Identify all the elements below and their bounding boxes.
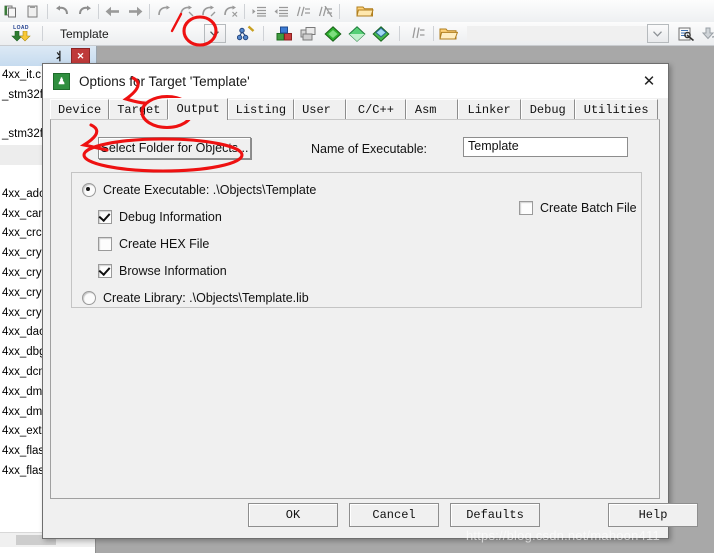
options-for-target-dialog: ♟ Options for Target 'Template' ✕ Device… (42, 63, 698, 539)
close-icon[interactable]: ✕ (71, 47, 90, 65)
project-combo-dropdown-button[interactable] (646, 24, 669, 43)
tab-listing[interactable]: Listing (227, 99, 295, 120)
create-batch-file-label: Create Batch File (540, 201, 637, 215)
close-icon[interactable]: ✕ (638, 71, 660, 91)
uncomment-icon[interactable] (315, 2, 335, 21)
target-options-icon[interactable] (235, 24, 257, 43)
download-icon[interactable] (370, 24, 392, 43)
tab-utilities[interactable]: Utilities (574, 99, 658, 120)
debug-information-label: Debug Information (119, 210, 222, 224)
rebuild-icon[interactable] (298, 24, 320, 43)
cancel-button[interactable]: Cancel (349, 503, 439, 527)
bookmark-prev-icon[interactable] (198, 2, 218, 21)
dialog-titlebar: ♟ Options for Target 'Template' ✕ (43, 64, 668, 98)
toolbar-row-build: LOAD Template (0, 22, 714, 46)
select-folder-for-objects-button[interactable]: Select Folder for Objects... (98, 137, 251, 159)
tab-output[interactable]: Output (168, 98, 228, 120)
download-to-flash-icon[interactable] (699, 24, 714, 43)
create-hex-file-label: Create HEX File (119, 237, 210, 251)
toolbar-separator (432, 26, 434, 41)
create-batch-file-option[interactable]: Create Batch File (519, 201, 637, 215)
tab-debug[interactable]: Debug (520, 99, 575, 120)
toolbar-separator (149, 3, 150, 19)
bookmark-icon[interactable] (154, 2, 174, 21)
browse-information-label: Browse Information (119, 264, 227, 278)
toolbar-separator (42, 26, 43, 41)
create-library-radio[interactable] (82, 291, 96, 305)
create-executable-option[interactable]: Create Executable: .\Objects\Template (82, 183, 316, 197)
chevron-down-icon (210, 30, 220, 37)
output-tab-page: Select Folder for Objects... Name of Exe… (50, 119, 660, 499)
build-icon[interactable] (274, 24, 296, 43)
project-combo-field[interactable] (466, 26, 647, 41)
tab-linker[interactable]: Linker (457, 99, 521, 120)
create-hex-file-option[interactable]: Create HEX File (98, 237, 209, 251)
forward-icon[interactable] (125, 2, 145, 21)
dialog-tabstrip: Device Target Output Listing User C/C++ … (43, 98, 668, 120)
bookmark-next-icon[interactable] (176, 2, 196, 21)
paste-icon[interactable] (23, 2, 43, 21)
keil-uvision-icon: ♟ (53, 72, 70, 90)
copy-icon[interactable] (1, 2, 21, 21)
tab-c-cpp[interactable]: C/C++ (345, 99, 406, 120)
debug-information-option[interactable]: Debug Information (98, 210, 222, 224)
watermark-text: https://blog.csdn.net/mahoon411 (466, 528, 660, 543)
tab-device[interactable]: Device (50, 99, 110, 120)
help-button[interactable]: Help (608, 503, 698, 527)
tab-user[interactable]: User (294, 99, 346, 120)
debug-information-checkbox[interactable] (98, 210, 112, 224)
open-project-icon[interactable] (438, 24, 460, 43)
bookmark-clear-icon[interactable] (220, 2, 240, 21)
toolbar-row-primary (0, 0, 714, 23)
ok-button[interactable]: OK (248, 503, 338, 527)
translate-icon[interactable] (346, 24, 368, 43)
back-icon[interactable] (103, 2, 123, 21)
indent-icon[interactable] (249, 2, 269, 21)
create-library-option[interactable]: Create Library: .\Objects\Template.lib (82, 291, 309, 305)
create-batch-file-checkbox[interactable] (519, 201, 533, 215)
pin-icon[interactable]: 丬 (54, 48, 65, 64)
toolbar-separator (398, 26, 400, 41)
undo-icon[interactable] (52, 2, 72, 21)
name-of-executable-label: Name of Executable: (311, 142, 428, 156)
toolbar-separator (262, 26, 264, 41)
open-folder-icon[interactable] (355, 2, 375, 21)
name-of-executable-input[interactable]: Template (463, 137, 628, 157)
toolbar-separator (244, 3, 245, 19)
redo-icon[interactable] (74, 2, 94, 21)
toolbar-separator (47, 3, 48, 19)
target-selector-label: Template (60, 26, 109, 41)
dialog-title: Options for Target 'Template' (79, 73, 250, 89)
chevron-down-icon (653, 30, 663, 37)
create-executable-radio[interactable] (82, 183, 96, 197)
debug-session-icon[interactable] (676, 24, 697, 43)
load-icon[interactable]: LOAD (8, 24, 34, 43)
output-options-group: Create Executable: .\Objects\Template De… (71, 172, 642, 308)
manage-components-icon[interactable] (409, 24, 429, 43)
tab-target[interactable]: Target (109, 99, 169, 120)
toolbar-separator (98, 3, 99, 19)
comment-icon[interactable] (293, 2, 313, 21)
create-library-label: Create Library: .\Objects\Template.lib (103, 291, 309, 305)
toolbar-separator (339, 3, 340, 19)
create-hex-file-checkbox[interactable] (98, 237, 112, 251)
target-dropdown-button[interactable] (203, 24, 226, 43)
tab-asm[interactable]: Asm (405, 99, 458, 120)
create-executable-label: Create Executable: .\Objects\Template (103, 183, 317, 197)
defaults-button[interactable]: Defaults (450, 503, 540, 527)
browse-information-option[interactable]: Browse Information (98, 264, 227, 278)
batch-build-icon[interactable] (322, 24, 344, 43)
browse-information-checkbox[interactable] (98, 264, 112, 278)
outdent-icon[interactable] (271, 2, 291, 21)
